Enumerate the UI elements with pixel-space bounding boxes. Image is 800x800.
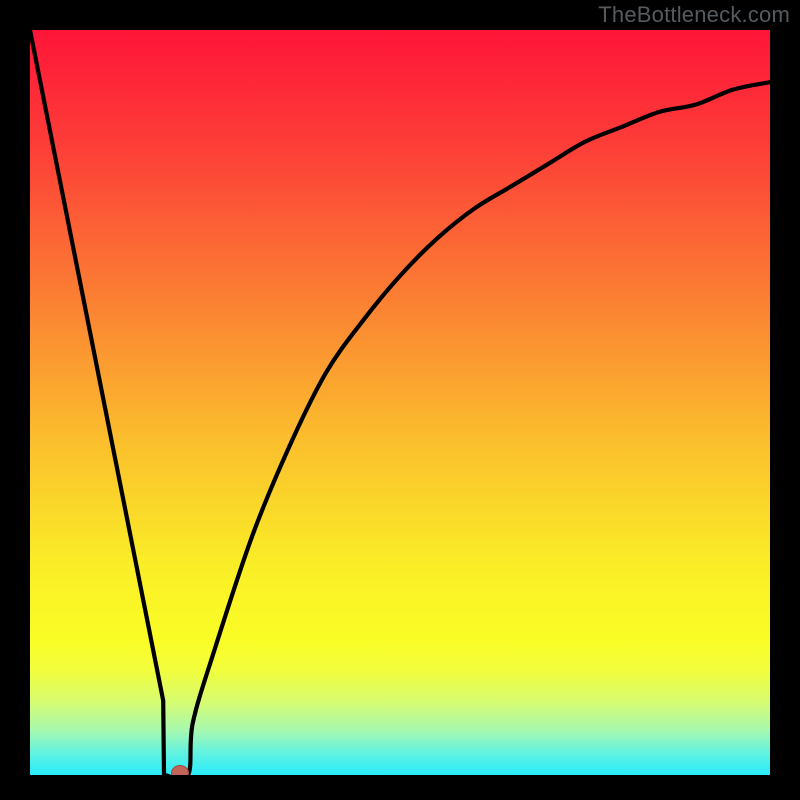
plot-area xyxy=(30,30,770,775)
minimum-marker-icon xyxy=(172,766,189,776)
bottleneck-curve xyxy=(30,30,770,775)
curve-layer xyxy=(30,30,770,775)
watermark-text: TheBottleneck.com xyxy=(598,2,790,28)
chart-frame: TheBottleneck.com xyxy=(0,0,800,800)
